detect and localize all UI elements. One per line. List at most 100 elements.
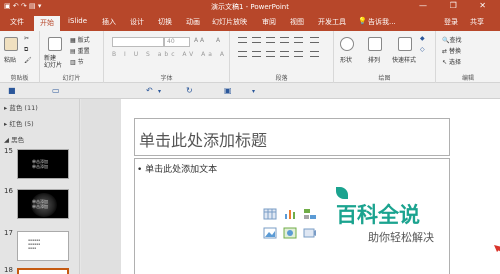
slide-number: 17 (4, 229, 13, 237)
paste-icon[interactable] (4, 37, 18, 51)
drawing-group-label: 绘图 (378, 75, 391, 82)
redo-icon[interactable]: ↻ (186, 86, 193, 95)
share-button[interactable]: 共享 (470, 17, 484, 27)
tab-animations[interactable]: 动画 (186, 17, 200, 27)
section-red[interactable]: ▸ 红色 (5) (4, 118, 34, 128)
tab-design[interactable]: 设计 (130, 17, 144, 27)
select-button[interactable]: ↖ 选择 (442, 57, 461, 66)
decrease-indent-icon[interactable] (266, 37, 275, 43)
columns-icon[interactable] (294, 51, 303, 57)
quick-styles-label[interactable]: 快速样式 (392, 55, 416, 64)
new-slide-icon[interactable] (48, 37, 62, 51)
title-placeholder[interactable]: 单击此处添加标题 (134, 118, 450, 156)
layout-label: 版式 (77, 37, 90, 44)
clipboard-group-label: 剪贴板 (10, 75, 29, 82)
slide-number: 18 (4, 266, 13, 274)
slide-thumbnail-panel: ▸ 蓝色 (11) ▸ 红色 (5) ◢ 黑色 15 单击添加 单击添加 16 … (0, 99, 80, 274)
justify-icon[interactable] (280, 51, 289, 57)
insert-table-icon[interactable] (263, 208, 277, 220)
save-icon[interactable]: ■ (8, 86, 16, 95)
group-font: 40 A A A B I U S abc AV Aa A 字体 (104, 31, 230, 83)
insert-chart-icon[interactable] (283, 208, 297, 220)
slide-thumbnail-16[interactable]: 单击添加 单击添加 (17, 189, 69, 219)
tab-insert[interactable]: 插入 (102, 17, 116, 27)
tab-developer[interactable]: 开发工具 (318, 17, 346, 27)
thumb-text: 单击添加 单击添加 (32, 159, 48, 169)
tab-home[interactable]: 开始 (34, 16, 60, 31)
replace-label: 替换 (448, 48, 461, 55)
body-placeholder-text: • 单击此处添加文本 (137, 165, 218, 175)
group-drawing: 形状 排列 快速样式 ◆ ◇ 绘图 (334, 31, 436, 83)
font-group-label: 字体 (160, 75, 173, 82)
font-grow-shrink-icons[interactable]: A A (194, 37, 204, 44)
align-center-icon[interactable] (252, 51, 261, 57)
paste-label[interactable]: 粘贴 (4, 55, 16, 64)
tab-transitions[interactable]: 切换 (158, 17, 172, 27)
find-button[interactable]: 🔍查找 (442, 35, 462, 44)
copy-icon[interactable]: ⧉ (24, 46, 28, 54)
slide-thumbnail-15[interactable]: 单击添加 单击添加 (17, 149, 69, 179)
tab-view[interactable]: 视图 (290, 17, 304, 27)
new-slide-label[interactable]: 新建 幻灯片 (44, 55, 62, 69)
font-style-icons[interactable]: B I U S abc AV Aa A (112, 51, 227, 58)
layout-button[interactable]: ▦ 版式 (70, 35, 90, 44)
watermark-sub-text: 助你轻松解决 (368, 231, 434, 244)
section-blue-label: 蓝色 (11) (9, 104, 38, 112)
reset-label: 重置 (77, 48, 90, 55)
select-icon: ↖ (442, 59, 449, 66)
lightbulb-icon: 💡 (358, 17, 367, 25)
line-spacing-icon[interactable] (294, 37, 303, 43)
text-direction-icon[interactable] (310, 37, 319, 43)
align-right-icon[interactable] (266, 51, 275, 57)
undo-icon[interactable]: ↶ (146, 86, 153, 95)
format-painter-icon[interactable]: 🖌 (24, 57, 32, 64)
undo-dropdown-icon[interactable]: ▾ (158, 88, 161, 95)
window-controls[interactable]: — ❐ ✕ (419, 1, 496, 10)
customize-toolbar-icon[interactable]: ▾ (252, 88, 255, 95)
section-black-label: 黑色 (11, 136, 25, 144)
insert-video-icon[interactable] (303, 227, 317, 239)
tab-slideshow[interactable]: 幻灯片放映 (212, 17, 247, 27)
tab-file[interactable]: 文件 (10, 17, 24, 27)
slide-thumbnail-18-selected[interactable] (17, 268, 69, 274)
section-blue[interactable]: ▸ 蓝色 (11) (4, 102, 38, 112)
shape-outline-icon[interactable]: ◇ (420, 46, 425, 53)
bullets-icon[interactable] (238, 37, 247, 43)
font-name-dropdown[interactable] (112, 37, 164, 47)
reset-button[interactable]: ▤ 重置 (70, 46, 90, 55)
login-link[interactable]: 登录 (444, 17, 458, 27)
tab-review[interactable]: 审阅 (262, 17, 276, 27)
start-slideshow-icon[interactable]: ▭ (52, 86, 60, 95)
reset-icon: ▤ (70, 48, 78, 55)
tell-me-box[interactable]: 告诉我... (368, 17, 396, 27)
slide-thumbnail-17[interactable]: ▪▪▪▪▪▪ ▪▪▪▪▪▪ ▪▪▪▪ (17, 231, 69, 261)
insert-picture-icon[interactable] (263, 227, 277, 239)
replace-button[interactable]: ⇄ 替换 (442, 46, 461, 55)
smartart-icon[interactable] (310, 51, 319, 57)
section-button[interactable]: ▥ 节 (70, 57, 84, 66)
layout-icon: ▦ (70, 37, 78, 44)
clear-format-icon[interactable]: A (216, 37, 220, 44)
annotation-arrow-icon (494, 245, 500, 252)
insert-online-picture-icon[interactable] (283, 227, 297, 239)
arrange-icon[interactable] (368, 37, 382, 51)
present-icon[interactable]: ▣ (224, 86, 232, 95)
group-editing: 🔍查找 ⇄ 替换 ↖ 选择 编辑 (436, 31, 500, 83)
section-black[interactable]: ◢ 黑色 (4, 134, 24, 144)
paragraph-group-label: 段落 (275, 75, 288, 82)
shape-fill-icon[interactable]: ◆ (420, 35, 425, 42)
title-bar: ▣ ↶ ↷ ▤ ▾ 演示文稿1 - PowerPoint — ❐ ✕ (0, 0, 500, 14)
quick-styles-icon[interactable] (398, 37, 412, 51)
increase-indent-icon[interactable] (280, 37, 289, 43)
shapes-icon[interactable] (340, 37, 354, 51)
numbering-icon[interactable] (252, 37, 261, 43)
select-label: 选择 (448, 59, 461, 66)
cut-icon[interactable]: ✂ (24, 35, 29, 42)
tab-islide[interactable]: iSlide (68, 17, 87, 25)
shapes-label[interactable]: 形状 (340, 55, 352, 64)
arrange-label[interactable]: 排列 (368, 55, 380, 64)
insert-smartart-icon[interactable] (303, 208, 317, 220)
align-left-icon[interactable] (238, 51, 247, 57)
font-size-dropdown[interactable]: 40 (164, 37, 190, 47)
replace-icon: ⇄ (442, 48, 449, 55)
